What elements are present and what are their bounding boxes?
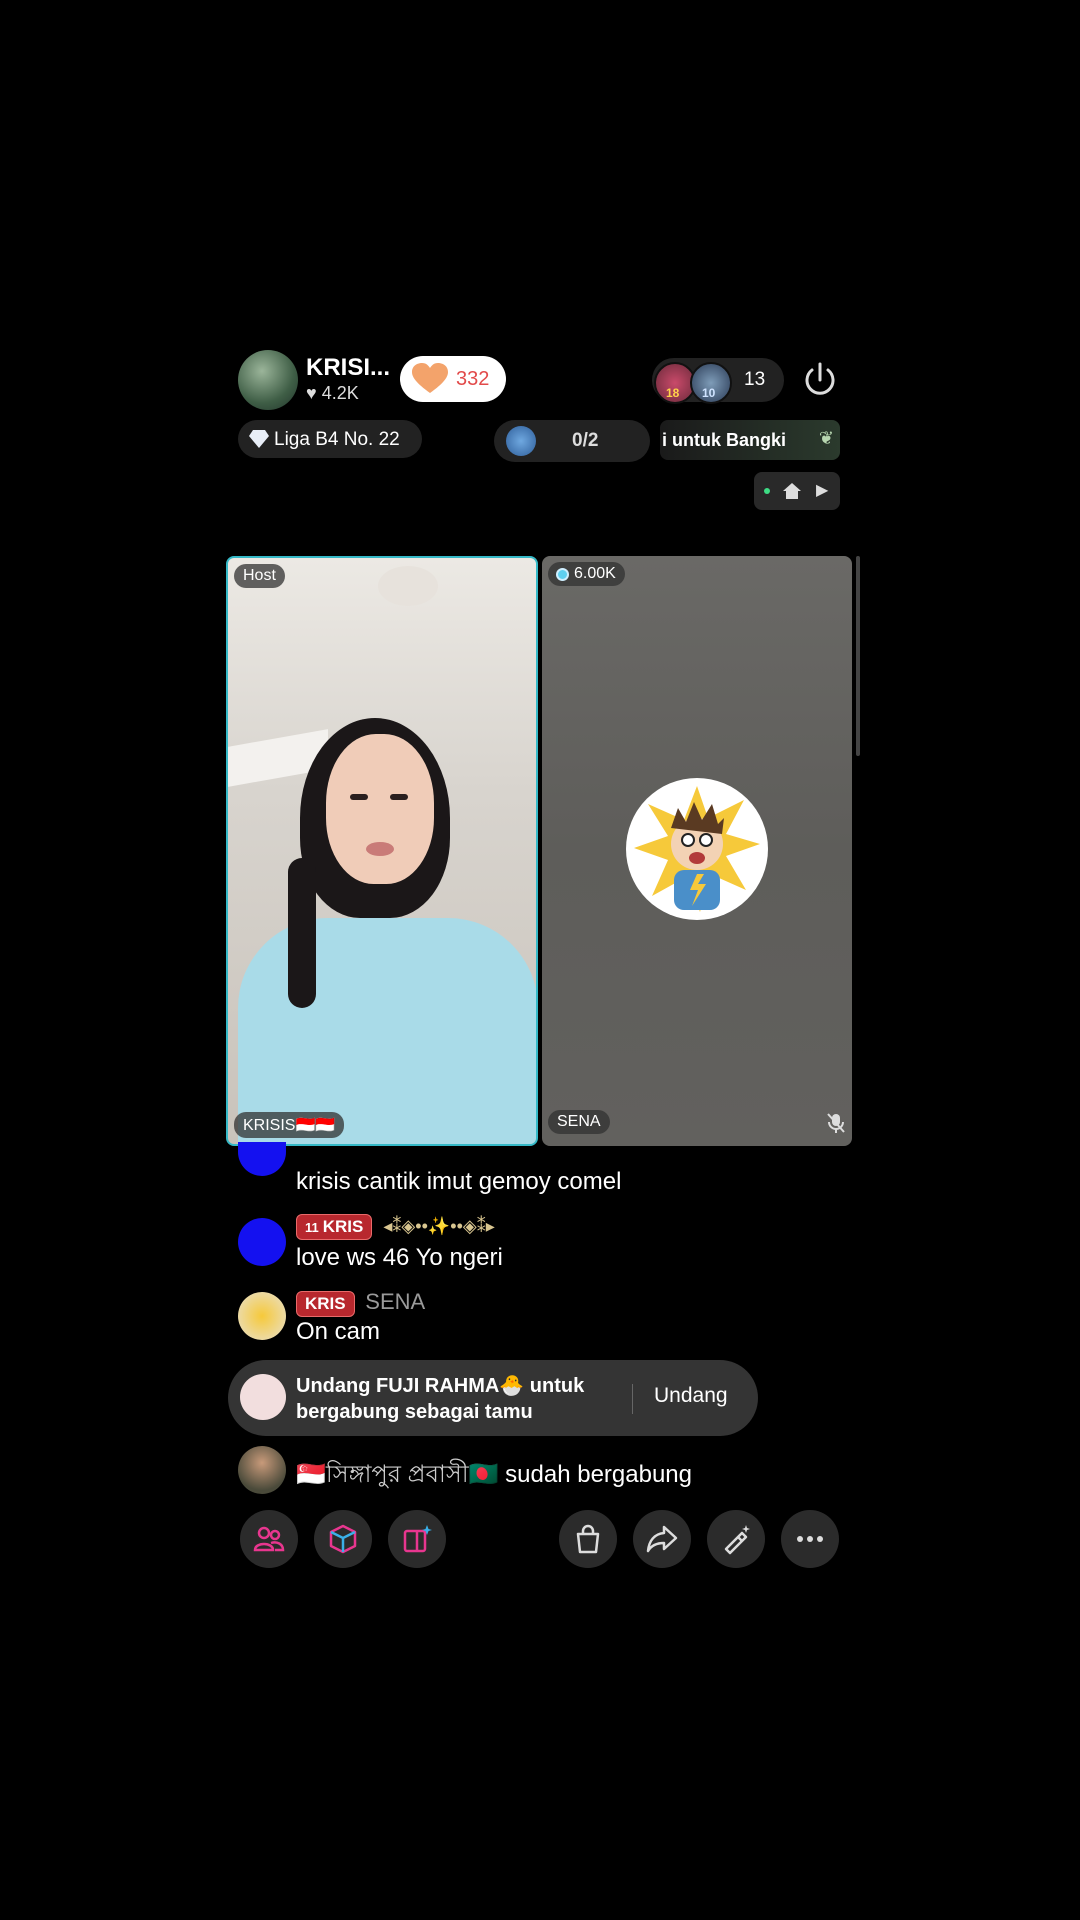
chat-avatar [238,1218,286,1266]
heart-icon: ♥ [306,383,317,403]
fan-badge: KRIS [296,1291,355,1317]
heart-icon [412,363,448,393]
invite-avatar [240,1374,286,1420]
announcement-ticker[interactable]: i untuk Bangki ❦ [660,420,840,460]
chat-text: krisis cantik imut gemoy comel [296,1168,622,1195]
chat-meta: 11 KRIS ◂⁑◈••✨••◈⁑▸ [296,1214,495,1240]
invite-button[interactable]: Undang [654,1384,728,1408]
coin-icon [556,568,569,581]
eye [350,794,368,800]
decoration: ◂⁑◈••✨••◈⁑▸ [383,1216,495,1236]
guest-video[interactable]: 6.00K SENA [542,556,852,1146]
cartoon-avatar-icon [634,786,760,912]
play-icon: ▶ [816,482,829,499]
share-button[interactable] [633,1510,691,1568]
goal-progress: 0/2 [572,430,599,451]
eye [390,794,408,800]
invite-banner[interactable]: Undang FUJI RAHMA🐣 untuk bergabung sebag… [228,1360,758,1436]
face [326,734,434,884]
ponytail [288,858,316,1008]
scroll-indicator [856,556,860,756]
shop-button[interactable] [559,1510,617,1568]
host-likes: ♥ 4.2K [306,383,359,404]
diamond-icon [249,430,269,448]
viewer-count: 13 [744,369,766,390]
guest-score: 6.00K [548,562,625,586]
online-dot [764,488,770,494]
divider [632,1384,633,1414]
host-tag: Host [234,564,285,588]
share-icon [646,1525,678,1553]
guest-avatar[interactable] [626,778,768,920]
home-icon [783,483,801,499]
chat-text: love ws 46 Yo ngeri [296,1244,503,1271]
ticker-text: i untuk Bangki [662,430,787,450]
chat-text: On cam [296,1318,381,1345]
flag-sg: 🇸🇬 [296,1461,326,1488]
join-username: সিঙ্গাপুর প্রবাসী [325,1461,469,1488]
ceiling-light [378,566,438,606]
guests-button[interactable] [240,1510,298,1568]
chat-meta: KRIS SENA [296,1288,425,1317]
room-control[interactable]: ▶ [754,472,840,510]
shopping-bag-icon [576,1524,600,1554]
join-action: sudah bergabung [505,1461,693,1488]
invite-line-2: bergabung sebagai tamu [296,1401,533,1423]
magic-wand-icon [724,1525,750,1555]
chat-username: SENA [365,1289,426,1314]
chat-avatar [238,1142,286,1176]
fan-badge: 11 KRIS [296,1214,373,1240]
beauty-button[interactable] [707,1510,765,1568]
laurel-icon: ❦ [818,428,834,448]
host-likes-count: 4.2K [321,383,359,403]
league-badge[interactable]: Liga B4 No. 22 [238,420,422,458]
guest-panel-name: SENA [548,1110,610,1134]
sparkle-card-icon [403,1525,432,1553]
league-label: Liga B4 No. 22 [274,429,400,450]
viewer-avatar[interactable]: 10 [690,362,732,404]
more-button[interactable] [781,1510,839,1568]
goal-tracker[interactable]: 0/2 [494,420,650,462]
host-name[interactable]: KRISI... [306,354,390,382]
mouth [366,842,394,856]
box-button[interactable] [314,1510,372,1568]
power-icon[interactable] [800,360,840,400]
effects-button[interactable] [388,1510,446,1568]
more-icon [797,1536,823,1542]
globe-icon [506,426,536,456]
chat-avatar [238,1446,286,1494]
join-text: 🇸🇬সিঙ্গাপুর প্রবাসী🇧🇩 sudah bergabung [296,1456,692,1496]
host-video[interactable]: Host KRISIS🇮🇩🇮🇩 [226,556,538,1146]
invite-line-1: Undang FUJI RAHMA🐣 untuk [296,1375,585,1397]
like-button[interactable]: 332 [400,356,506,402]
mic-off-icon[interactable] [826,1112,846,1134]
host-avatar[interactable] [238,350,298,410]
guest-score-value: 6.00K [574,565,616,582]
flag-bd: 🇧🇩 [468,1461,499,1488]
like-count: 332 [456,368,490,390]
cube-icon [329,1524,357,1554]
host-panel-name: KRISIS🇮🇩🇮🇩 [234,1112,345,1138]
invite-text: Undang FUJI RAHMA🐣 untuk bergabung sebag… [296,1373,596,1425]
people-icon [253,1526,285,1552]
viewer-list[interactable]: 18 10 13 [652,358,784,404]
chat-avatar [238,1292,286,1340]
